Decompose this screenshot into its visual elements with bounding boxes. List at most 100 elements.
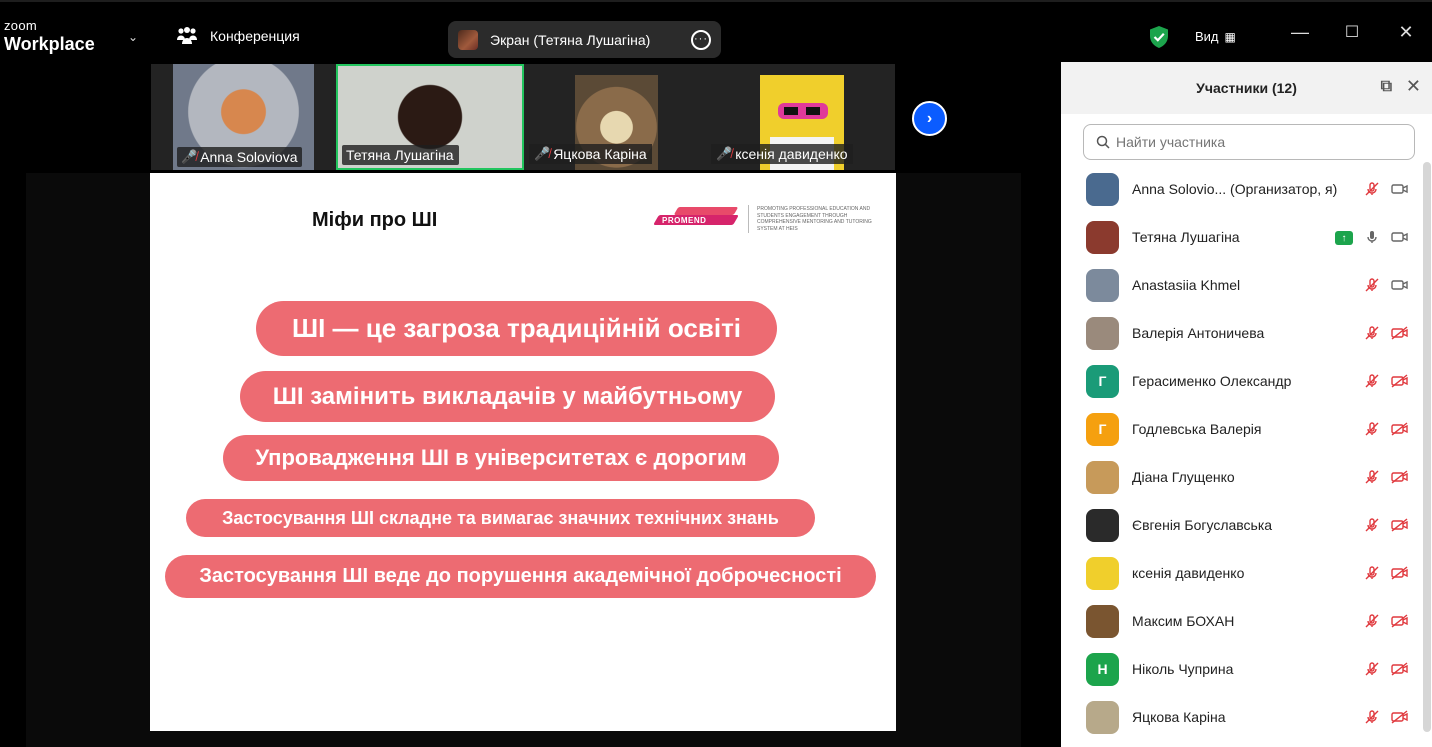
meeting-info-button[interactable]: Конференция [176,27,300,45]
participants-title: Участники (12) [1196,80,1297,96]
mic-muted-icon: 🎤̸ [716,146,733,161]
next-page-button[interactable]: › [912,101,947,136]
participant-row[interactable]: ксенія давиденко [1061,549,1419,597]
participant-status-icons [1363,612,1409,630]
mic-muted-icon[interactable] [1363,516,1381,534]
meeting-label: Конференция [210,28,300,44]
participant-row[interactable]: Валерія Антоничева [1061,309,1419,357]
minimize-button[interactable]: — [1288,22,1312,43]
participant-name: Євгенія Богуславська [1132,517,1273,533]
screen-share-pill[interactable]: Экран (Тетяна Лушагіна) ··· [448,21,721,58]
mic-muted-icon[interactable] [1363,564,1381,582]
participant-name: Anna Solovio... (Организатор, я) [1132,181,1338,197]
video-tile-name: 🎤̸ Anna Soloviova [177,147,303,167]
screen-share-icon: ↑ [1335,231,1353,245]
participant-row[interactable]: Яцкова Каріна [1061,693,1419,741]
myth-item: ШІ замінить викладачів у майбутньому [240,371,775,422]
avatar [1086,508,1119,542]
camera-off-icon[interactable] [1391,612,1409,630]
logo-small-text: zoom [4,18,37,33]
brand-tagline: PROMOTING PROFESSIONAL EDUCATION AND STU… [757,206,872,232]
camera-off-icon[interactable] [1391,420,1409,438]
video-tile-name: 🎤̸ Яцкова Каріна [529,144,652,164]
participant-name: Герасименко Олександр [1132,373,1292,389]
participant-name: Тетяна Лушагіна [1132,229,1240,245]
camera-off-icon[interactable] [1391,708,1409,726]
participant-status-icons [1363,468,1409,486]
mic-muted-icon[interactable] [1363,660,1381,678]
maximize-button[interactable]: ☐ [1340,22,1364,42]
participant-status-icons [1363,324,1409,342]
mic-muted-icon[interactable] [1363,276,1381,294]
participant-row[interactable]: Anna Solovio... (Организатор, я) [1061,165,1419,213]
camera-off-icon[interactable] [1391,564,1409,582]
camera-off-icon[interactable] [1391,516,1409,534]
participant-row[interactable]: Г Герасименко Олександр [1061,357,1419,405]
participant-name: Яцкова Каріна [553,146,647,162]
video-strip: 🎤̸ Anna Soloviova Тетяна Лушагіна 🎤̸ Яцк… [151,64,895,170]
avatar: Н [1086,652,1119,686]
participant-row[interactable]: Anastasiia Khmel [1061,261,1419,309]
more-options-icon[interactable]: ··· [691,29,711,50]
participant-row[interactable]: Н Ніколь Чуприна [1061,645,1419,693]
camera-off-icon[interactable] [1391,660,1409,678]
avatar: Г [1086,412,1119,446]
participant-name: Годлевська Валерія [1132,421,1262,437]
participant-name: Anna Soloviova [200,149,298,165]
mic-muted-icon[interactable] [1363,324,1381,342]
mic-muted-icon[interactable] [1363,180,1381,198]
participant-row[interactable]: Максим БОХАН [1061,597,1419,645]
camera-icon[interactable] [1391,276,1409,294]
participant-status-icons [1363,180,1409,198]
mic-muted-icon[interactable] [1363,372,1381,390]
avatar [1086,172,1119,206]
camera-off-icon[interactable] [1391,468,1409,486]
mic-muted-icon[interactable] [1363,708,1381,726]
participant-name: ксенія давиденко [735,146,848,162]
app-menu-chevron-icon[interactable]: ⌄ [128,30,138,44]
mic-muted-icon[interactable] [1363,420,1381,438]
participant-row[interactable]: Г Годлевська Валерія [1061,405,1419,453]
camera-icon[interactable] [1391,228,1409,246]
avatar [1086,220,1119,254]
security-shield-icon[interactable] [1148,25,1170,49]
mic-muted-icon[interactable] [1363,612,1381,630]
avatar [1086,268,1119,302]
participant-status-icons [1363,516,1409,534]
mic-icon[interactable] [1363,228,1381,246]
participant-search[interactable] [1083,124,1415,160]
video-tile[interactable]: 🎤̸ Anna Soloviova [173,64,314,170]
search-input[interactable] [1116,134,1396,150]
participant-name: Тетяна Лушагіна [346,147,454,163]
participants-header: Участники (12) ⧉ ✕ [1061,62,1432,114]
avatar: Г [1086,364,1119,398]
mic-muted-icon: 🎤̸ [534,146,551,161]
camera-off-icon[interactable] [1391,372,1409,390]
participant-name: ксенія давиденко [1132,565,1245,581]
slide-title: Міфи про ШІ [312,209,438,231]
participants-scrollbar[interactable] [1423,162,1431,747]
app-logo: zoom Workplace [4,18,95,53]
promend-logo-mark: PROMEND [653,205,740,233]
presentation-slide: Міфи про ШІ PROMEND PROMOTING PROFESSION… [150,173,896,731]
participant-status-icons [1363,660,1409,678]
avatar [1086,700,1119,734]
participant-row[interactable]: Євгенія Богуславська [1061,501,1419,549]
participant-name: Валерія Антоничева [1132,325,1265,341]
camera-off-icon[interactable] [1391,324,1409,342]
close-window-button[interactable]: ✕ [1394,22,1418,43]
participant-status-icons [1363,276,1409,294]
myth-item: ШІ — це загроза традиційній освіті [256,301,777,356]
camera-icon[interactable] [1391,180,1409,198]
participant-row[interactable]: Тетяна Лушагіна ↑ [1061,213,1419,261]
participant-row[interactable]: Діана Глущенко [1061,453,1419,501]
mic-muted-icon[interactable] [1363,468,1381,486]
view-button[interactable]: Вид ▦ [1195,29,1236,44]
title-bar: zoom Workplace ⌄ Конференция Экран (Тетя… [0,0,1432,64]
myth-item: Упровадження ШІ в університетах є дороги… [223,435,779,481]
participant-list: Anna Solovio... (Организатор, я) Тетяна Л… [1061,165,1419,741]
participant-status-icons [1363,420,1409,438]
video-tile-active[interactable]: Тетяна Лушагіна [336,64,524,170]
pop-out-icon[interactable]: ⧉ [1381,78,1392,96]
close-panel-icon[interactable]: ✕ [1406,76,1421,97]
